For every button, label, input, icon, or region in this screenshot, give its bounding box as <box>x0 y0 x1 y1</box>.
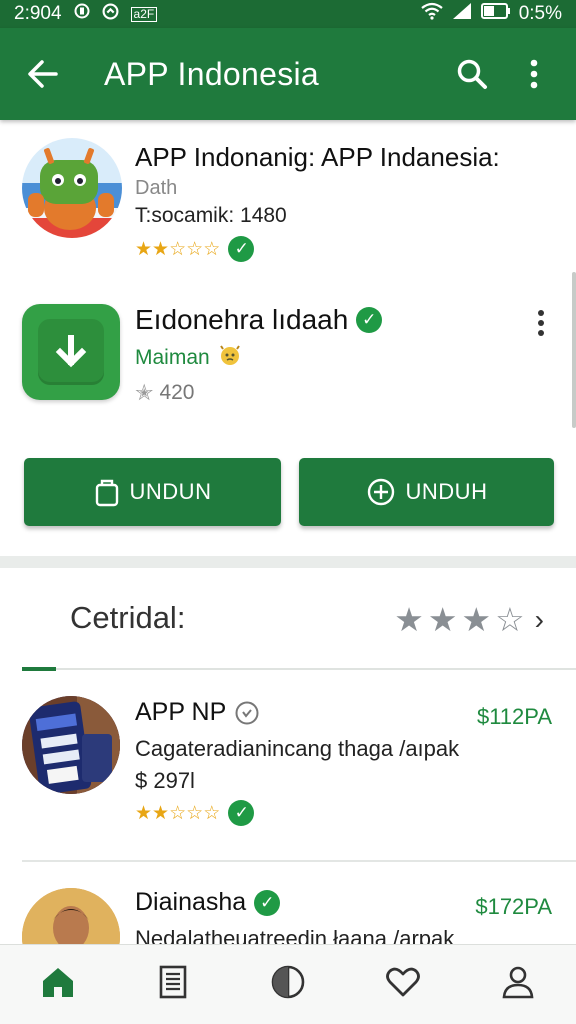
heart-icon <box>386 967 421 996</box>
app-bar-title: APP Indonesia <box>104 55 320 92</box>
list-item[interactable]: APP NP $112PA Cagateradianincang thaga /… <box>0 692 576 862</box>
featured-app-row[interactable]: APP Indonanig: APP Indanesia: Dath T:soc… <box>0 132 576 272</box>
app-download-icon <box>22 304 120 400</box>
profile-icon <box>502 966 534 998</box>
list-item-avatar <box>22 696 120 794</box>
badge-outline-icon <box>234 700 260 726</box>
app-card-title: Eıdonehra lıdaah ✓ <box>135 304 383 336</box>
scrollbar[interactable] <box>572 272 576 428</box>
signal-icon <box>451 2 473 26</box>
app-card-row[interactable]: Eıdonehra lıdaah ✓ Maiman ✭ 420 <box>0 296 576 416</box>
nav-explore[interactable] <box>263 957 313 1007</box>
arrow-left-icon <box>28 60 58 88</box>
person-photo-icon <box>22 888 120 946</box>
star-full-icon: ★ <box>152 802 169 824</box>
robot-mascot-icon <box>22 148 122 238</box>
verified-check-icon: ✓ <box>356 307 383 333</box>
star-full-icon: ★ <box>461 601 492 638</box>
battery-percent: 0:5% <box>518 3 562 24</box>
app-card-developer[interactable]: Maiman <box>135 343 242 373</box>
more-vert-icon <box>530 59 538 89</box>
sync-icon <box>102 3 119 26</box>
star-outline-icon: ☆ <box>186 802 203 824</box>
undun-button[interactable]: UNDUN <box>24 458 281 526</box>
section-underline <box>22 668 576 670</box>
star-full-icon: ★ <box>135 238 152 260</box>
star-outline-icon: ☆ <box>495 601 525 638</box>
downloads-count: 420 <box>159 381 195 404</box>
list-item-price: $112PA <box>476 704 552 729</box>
star-full-icon: ★ <box>152 238 169 260</box>
verified-check-icon: ✓ <box>228 800 255 826</box>
search-icon <box>457 59 487 89</box>
nav-documents[interactable] <box>148 957 198 1007</box>
circle-half-icon <box>271 965 305 998</box>
more-vert-icon <box>538 310 544 316</box>
status-bar: 2:904 a2F 0:5% <box>0 0 576 28</box>
list-item-price: $172PA <box>475 894 552 919</box>
star-outline-icon: ☆ <box>203 802 220 824</box>
home-icon <box>42 967 73 997</box>
bottom-navigation <box>0 944 576 1024</box>
wifi-icon <box>421 2 443 26</box>
bag-icon <box>95 479 118 507</box>
status-temp: a2F <box>130 6 158 22</box>
verified-check-icon: ✓ <box>228 236 255 262</box>
list-item-description: Nedalatheuatreedin łaana /arpak <box>135 926 455 946</box>
undun-button-label: UNDUN <box>129 479 212 504</box>
verified-check-icon: ✓ <box>254 889 281 916</box>
list-item[interactable]: Diainasha ✓ $172PA Nedalatheuatreedin ła… <box>0 884 576 946</box>
list-separator <box>22 860 576 862</box>
list-item-title: APP NP <box>135 698 260 727</box>
app-card-more-button[interactable] <box>528 308 554 338</box>
add-circle-icon <box>367 478 394 506</box>
section-title: Cetridal: <box>70 600 186 635</box>
section-divider <box>0 556 576 568</box>
document-icon <box>159 965 187 998</box>
more-options-button[interactable] <box>516 56 552 92</box>
list-item-title: Diainasha ✓ <box>135 888 281 917</box>
list-item-rating-stars: ★ ★ ☆ ☆ ☆ ✓ <box>135 800 255 826</box>
featured-app-count: T:socamik: 1480 <box>135 204 287 227</box>
star-outline-icon: ☆ <box>186 238 203 260</box>
nav-favorites[interactable] <box>378 957 428 1007</box>
list-item-sub: $ 297l <box>135 768 195 793</box>
star-full-icon: ★ <box>394 601 424 638</box>
emoji-face-icon <box>218 343 242 373</box>
section-rating-stars: ★ ★ ★ ☆ › <box>394 600 544 639</box>
featured-app-title: APP Indonanig: APP Indanesia: <box>135 142 500 172</box>
nav-profile[interactable] <box>493 957 543 1007</box>
nav-home[interactable] <box>33 957 83 1007</box>
app-bar: APP Indonesia <box>0 28 576 120</box>
featured-rating-stars: ★ ★ ☆ ☆ ☆ ✓ <box>135 236 255 262</box>
chevron-right-icon[interactable]: › <box>535 604 544 636</box>
phone-screenshot-icon <box>22 696 120 794</box>
app-card-downloads: ✭ 420 <box>135 380 194 406</box>
app-card-title-text: Eıdonehra lıdaah <box>135 304 349 335</box>
list-item-title-text: APP NP <box>135 698 227 726</box>
star-outline-icon: ☆ <box>169 802 186 824</box>
star-outline-icon: ☆ <box>169 238 186 260</box>
unduh-button-label: UNDUH <box>405 479 488 504</box>
star-half-icon: ✭ <box>135 380 154 405</box>
arrow-down-icon <box>55 335 87 368</box>
notification-icon <box>74 3 90 25</box>
battery-icon <box>480 3 511 25</box>
search-button[interactable] <box>454 56 490 92</box>
section-active-indicator <box>22 667 56 671</box>
developer-name: Maiman <box>135 346 210 369</box>
unduh-button[interactable]: UNDUH <box>299 458 554 526</box>
star-outline-icon: ☆ <box>203 238 220 260</box>
back-button[interactable] <box>22 53 64 95</box>
list-item-description: Cagateradianincang thaga /aıpak <box>135 736 460 761</box>
section-header[interactable]: Cetridal: ★ ★ ★ ☆ › <box>0 568 576 673</box>
star-full-icon: ★ <box>427 601 458 638</box>
featured-app-subtitle: Dath <box>135 177 178 199</box>
status-time: 2:904 <box>14 3 62 24</box>
featured-app-avatar <box>22 138 122 238</box>
star-full-icon: ★ <box>135 802 152 824</box>
list-item-title-text: Diainasha <box>135 888 247 916</box>
list-item-avatar <box>22 888 120 946</box>
